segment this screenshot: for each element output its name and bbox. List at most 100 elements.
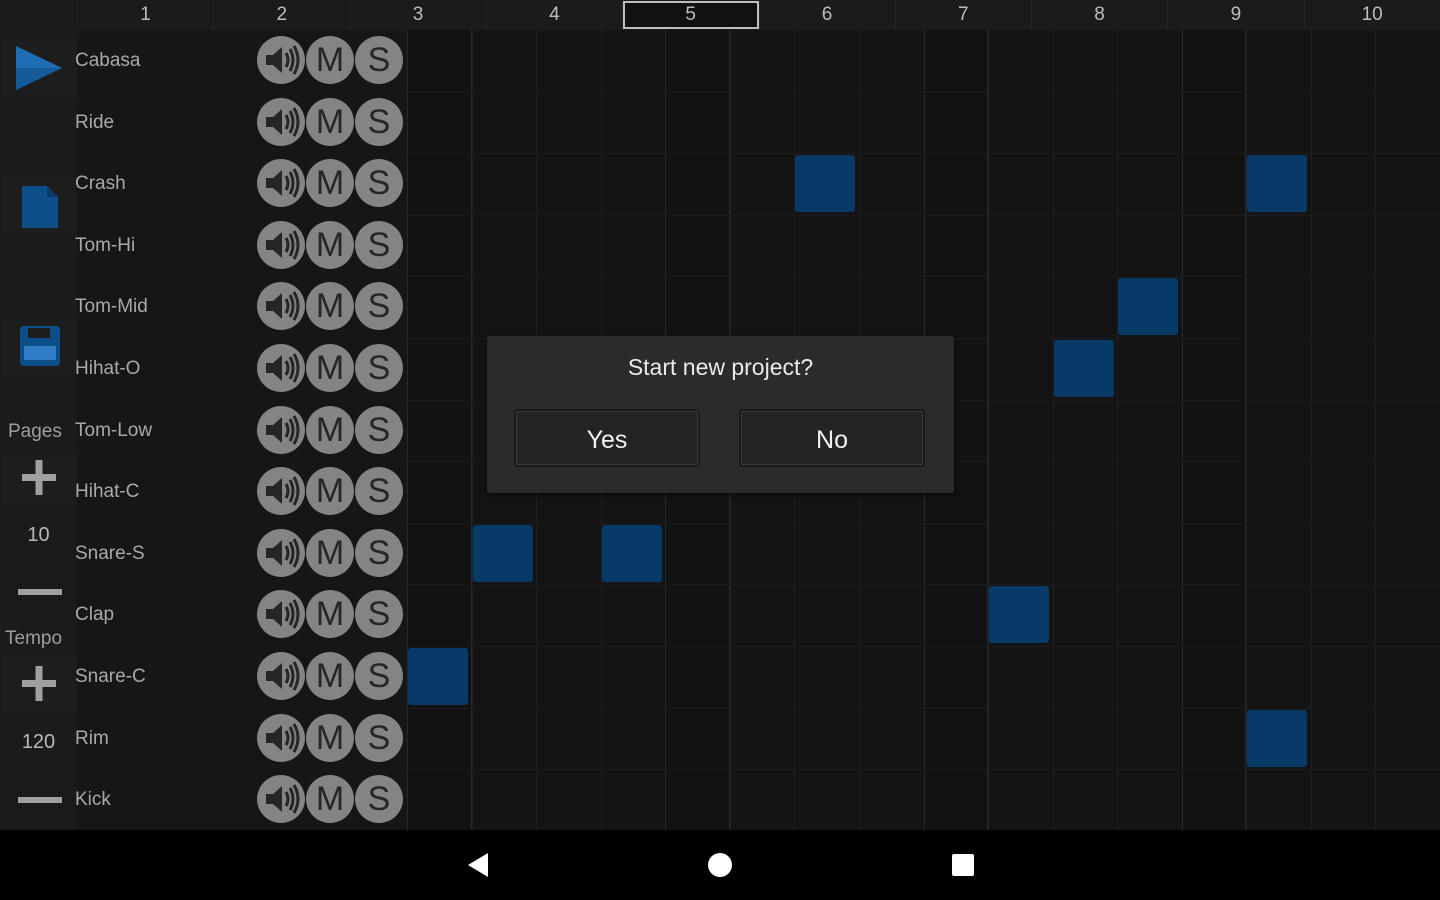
- mute-button[interactable]: M: [306, 405, 354, 454]
- solo-button[interactable]: S: [355, 590, 403, 639]
- step-note[interactable]: [1118, 278, 1179, 336]
- page-tab[interactable]: 3: [349, 0, 486, 30]
- new-project-button[interactable]: [2, 176, 75, 238]
- solo-button[interactable]: S: [355, 97, 403, 146]
- solo-button[interactable]: S: [355, 528, 403, 577]
- grid-row-divider: [407, 584, 1440, 586]
- step-note[interactable]: [601, 524, 662, 582]
- grid-row-divider: [407, 769, 1440, 771]
- mute-button[interactable]: M: [306, 220, 354, 269]
- track-name: Tom-Low: [75, 419, 153, 441]
- mute-button[interactable]: M: [306, 775, 354, 824]
- play-button[interactable]: [2, 34, 75, 102]
- tempo-increase-button[interactable]: [2, 656, 75, 712]
- track-name: Hihat-O: [75, 358, 141, 379]
- page-number: 6: [821, 4, 833, 25]
- page-tab[interactable]: 7: [894, 0, 1031, 30]
- volume-button[interactable]: [257, 36, 305, 84]
- volume-button[interactable]: [257, 713, 305, 762]
- track-name: Snare-S: [75, 542, 145, 564]
- mute-button[interactable]: M: [306, 713, 354, 762]
- solo-button[interactable]: S: [355, 220, 403, 269]
- step-note[interactable]: [408, 648, 468, 705]
- solo-button[interactable]: S: [355, 775, 403, 824]
- speaker-icon: [257, 476, 305, 523]
- page-tab[interactable]: 5: [622, 0, 759, 30]
- volume-button[interactable]: [257, 467, 305, 516]
- grid-row-divider: [407, 707, 1440, 709]
- page-tab[interactable]: 4: [485, 0, 622, 30]
- minus-icon: [18, 589, 62, 595]
- mute-button[interactable]: M: [306, 97, 354, 146]
- mute-button[interactable]: M: [306, 36, 354, 84]
- track-row: Cabasa M S: [75, 30, 407, 92]
- save-button[interactable]: [2, 314, 75, 376]
- volume-button[interactable]: [257, 344, 305, 392]
- mute-button[interactable]: M: [306, 590, 354, 639]
- home-button[interactable]: [703, 848, 737, 882]
- page-tab[interactable]: 8: [1031, 0, 1167, 30]
- track-row: Ride M S: [75, 92, 407, 154]
- step-note[interactable]: [989, 586, 1050, 644]
- tempo-value: 120: [21, 731, 56, 753]
- solo-button[interactable]: S: [355, 282, 403, 331]
- speaker-icon: [257, 722, 305, 770]
- minus-icon: [18, 797, 62, 803]
- grid-column: [407, 30, 472, 830]
- mute-button[interactable]: M: [306, 652, 354, 700]
- page-tab[interactable]: 1: [77, 0, 213, 30]
- recents-button[interactable]: [946, 848, 980, 882]
- track-row: Crash M S: [75, 153, 407, 215]
- no-button[interactable]: No: [739, 409, 925, 467]
- track-name: Hihat-C: [75, 481, 140, 503]
- solo-button[interactable]: S: [355, 713, 403, 762]
- grid-column: [1181, 30, 1247, 830]
- mute-button[interactable]: M: [306, 467, 354, 516]
- solo-button[interactable]: S: [355, 36, 403, 84]
- yes-button[interactable]: Yes: [514, 409, 700, 467]
- step-note[interactable]: [795, 155, 856, 213]
- mute-button[interactable]: M: [306, 282, 354, 331]
- page-tab[interactable]: 10: [1303, 0, 1440, 30]
- track-name: Snare-C: [75, 666, 146, 687]
- track-row: Tom-Hi M S: [75, 215, 407, 277]
- volume-button[interactable]: [257, 220, 305, 269]
- page-tab[interactable]: 9: [1167, 0, 1303, 30]
- back-icon: [468, 853, 488, 877]
- volume-button[interactable]: [257, 405, 305, 454]
- solo-button[interactable]: S: [355, 405, 403, 454]
- solo-button[interactable]: S: [355, 344, 403, 392]
- volume-button[interactable]: [257, 282, 305, 331]
- speaker-icon: [257, 599, 305, 646]
- pages-decrease-button[interactable]: [2, 566, 75, 616]
- volume-button[interactable]: [257, 590, 305, 639]
- track-row: Clap M S: [75, 584, 407, 646]
- back-button[interactable]: [462, 848, 496, 882]
- track-row: Snare-C M S: [75, 646, 407, 708]
- page-number: 8: [1094, 4, 1105, 25]
- volume-button[interactable]: [257, 528, 305, 577]
- volume-button[interactable]: [257, 775, 305, 824]
- page-number: 5: [622, 1, 759, 29]
- tempo-decrease-button[interactable]: [2, 774, 75, 824]
- step-note[interactable]: [472, 524, 533, 582]
- page-tab[interactable]: 6: [758, 0, 895, 30]
- solo-button[interactable]: S: [355, 652, 403, 700]
- page-tab[interactable]: 2: [213, 0, 349, 30]
- solo-button[interactable]: S: [355, 159, 403, 208]
- mute-button[interactable]: M: [306, 528, 354, 577]
- volume-button[interactable]: [257, 97, 305, 146]
- track-row: Snare-S M S: [75, 523, 407, 585]
- mute-button[interactable]: M: [306, 159, 354, 208]
- step-note[interactable]: [1247, 709, 1308, 767]
- mute-button[interactable]: M: [306, 344, 354, 392]
- volume-button[interactable]: [257, 159, 305, 208]
- track-name: Ride: [75, 111, 115, 133]
- volume-button[interactable]: [257, 652, 305, 700]
- solo-button[interactable]: S: [355, 467, 403, 516]
- step-note[interactable]: [1053, 340, 1114, 397]
- speaker-icon: [257, 353, 305, 400]
- pages-increase-button[interactable]: [2, 450, 75, 506]
- speaker-icon: [257, 784, 305, 831]
- step-note[interactable]: [1247, 155, 1308, 213]
